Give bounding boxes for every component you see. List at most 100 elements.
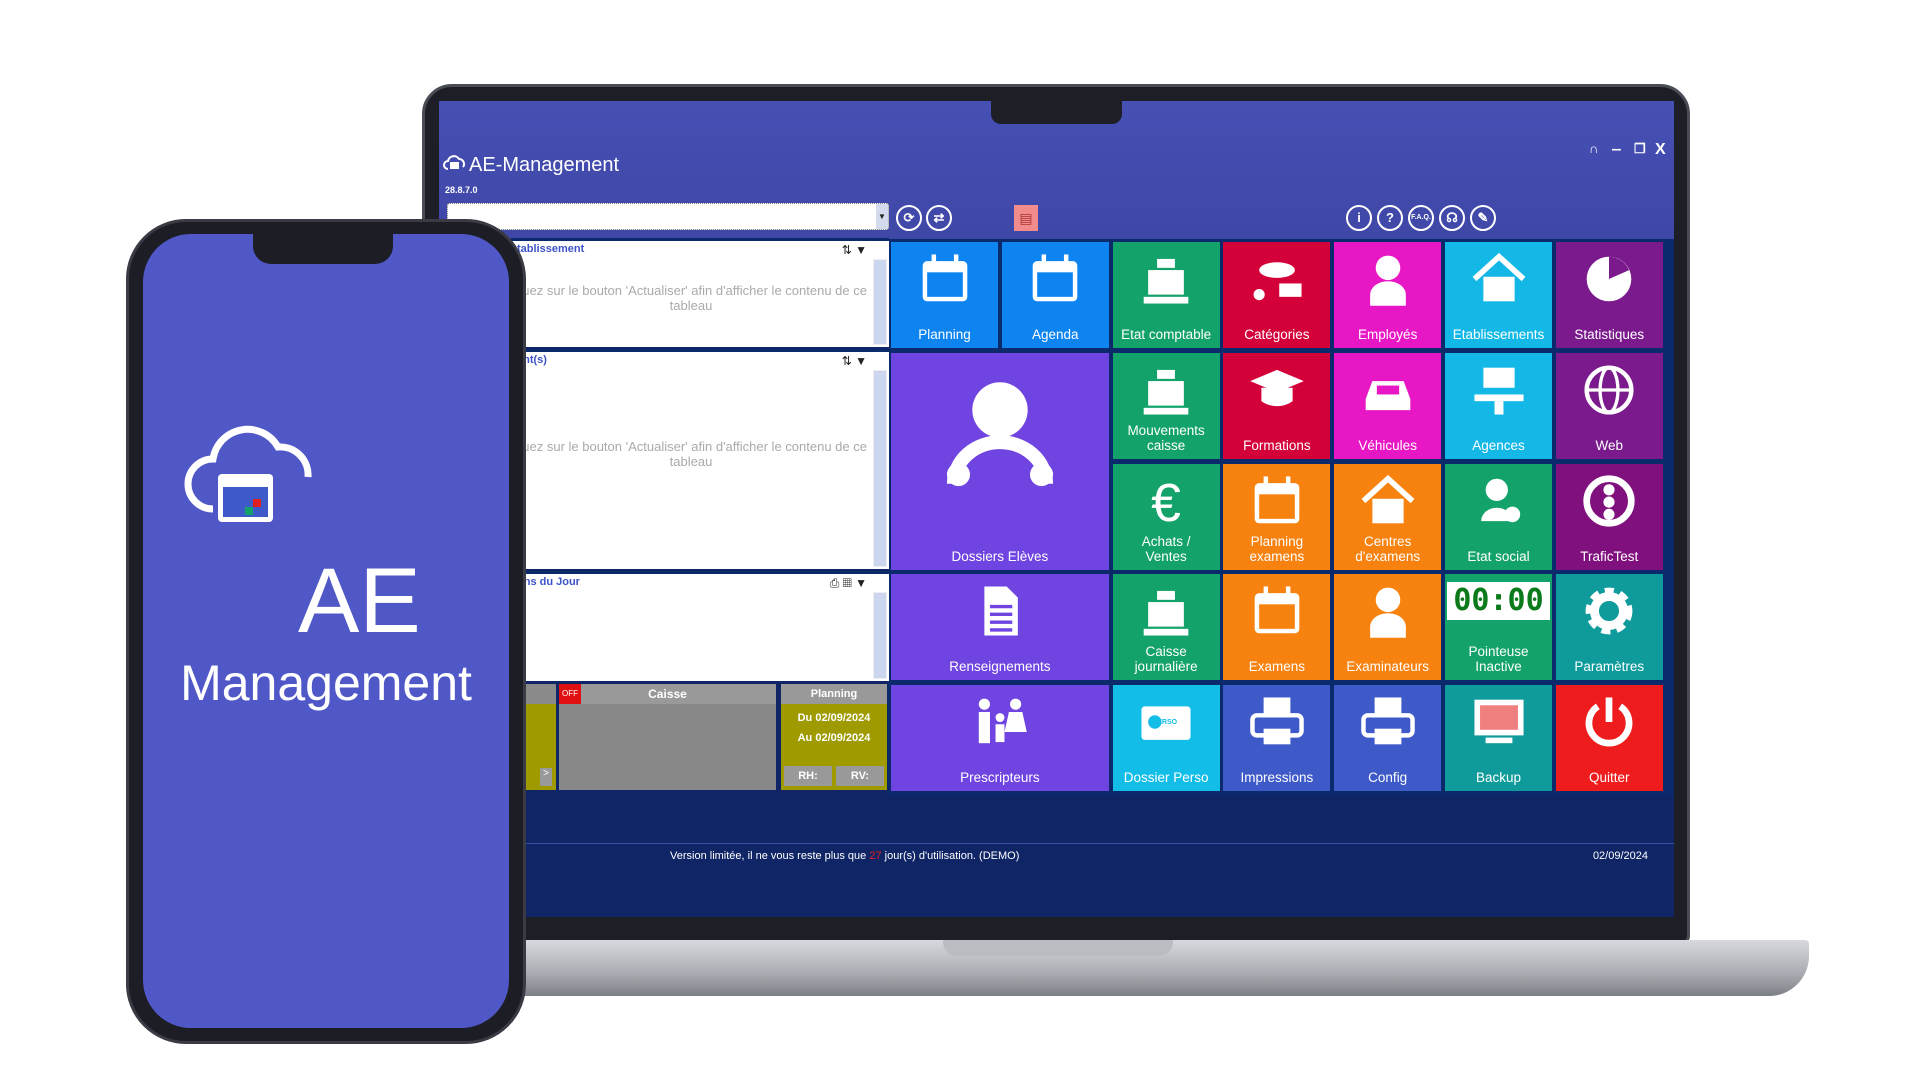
tile-renseignements[interactable]: Renseignements (891, 574, 1109, 681)
tile-backup[interactable]: Backup (1445, 685, 1552, 792)
minimize-icon[interactable]: ‒ (1612, 141, 1621, 159)
scrollbar[interactable] (873, 370, 887, 567)
panel-title: tablissement (517, 243, 585, 255)
caisse-off-toggle[interactable]: OFF (559, 684, 581, 704)
register-icon (1143, 591, 1189, 636)
rh-field: RH: (784, 766, 832, 786)
tile-agenda[interactable]: Agenda (1001, 242, 1109, 348)
tile-achats-ventes[interactable]: € Achats / Ventes (1112, 463, 1220, 570)
monitor-icon (1473, 699, 1524, 744)
tile-dossier-perso[interactable]: PERSO Dossier Perso (1112, 685, 1220, 792)
tile-grid: Planning Agenda Etat comptable Catégories Em… (888, 239, 1674, 795)
tile-label: Config (1368, 770, 1408, 786)
tile-caisse-journali-re[interactable]: Caisse journalière (1112, 574, 1220, 681)
refresh-icon[interactable]: ⟳ (896, 205, 922, 231)
tile-trafictest[interactable]: TraficTest (1555, 463, 1663, 570)
establishment-select[interactable]: ▼ (447, 203, 889, 230)
faq-icon[interactable]: F.A.Q. (1408, 205, 1434, 231)
register-icon (1143, 258, 1189, 304)
pie-icon (1586, 256, 1632, 302)
rv-field: RV: (836, 766, 884, 786)
tile-dossiers-el-ves[interactable]: Dossiers Elèves (891, 352, 1109, 570)
tile-label: Renseignements (949, 659, 1051, 675)
info-icon[interactable]: i (1346, 205, 1372, 231)
tile-statistiques[interactable]: Statistiques (1555, 242, 1663, 348)
tile-web[interactable]: Web (1555, 352, 1663, 459)
tile-quitter[interactable]: Quitter (1555, 685, 1663, 792)
tile-label: Agenda (1032, 327, 1079, 342)
vehicles-icon (1253, 262, 1302, 301)
planning-title: Planning (781, 684, 887, 704)
tile-label: Achats / Ventes (1141, 533, 1191, 564)
tile-pointeuse-inactive[interactable]: 00:00 Pointeuse Inactive (1445, 574, 1552, 681)
switch-user-icon[interactable]: ⇄ (926, 205, 952, 231)
tile-examens[interactable]: Examens (1223, 574, 1331, 681)
tile-config[interactable]: Config (1334, 685, 1442, 792)
tile-impressions[interactable]: Impressions (1223, 685, 1331, 792)
person-icon (1369, 587, 1406, 639)
scrollbar[interactable] (873, 592, 887, 679)
desk-icon (1473, 367, 1524, 415)
chevron-down-icon[interactable]: ▼ (876, 204, 888, 229)
panel-message: quez sur le bouton 'Actualiser' afin d'a… (515, 438, 867, 469)
tile-examinateurs[interactable]: Examinateurs (1334, 574, 1442, 681)
tile-label: Statistiques (1574, 327, 1645, 342)
power-icon (1585, 697, 1633, 747)
clock-display: 00:00 (1447, 582, 1550, 621)
phone-notch (253, 234, 393, 264)
tile-label: Dossiers Elèves (951, 548, 1049, 564)
house-icon (1361, 474, 1415, 523)
euro-icon: € (1151, 474, 1181, 530)
cloud-calendar-logo-icon (184, 425, 312, 522)
app-title: AE-Management (443, 151, 619, 179)
printer-icon (1360, 697, 1415, 745)
planning-from: Du 02/09/2024 (797, 712, 871, 724)
clipboard-icon[interactable]: ▤ (1014, 205, 1038, 231)
tile-formations[interactable]: Formations (1223, 352, 1331, 459)
tile-label: Etablissements (1452, 327, 1545, 342)
tile-v-hicules[interactable]: Véhicules (1334, 352, 1442, 459)
tile-agences[interactable]: Agences (1445, 352, 1552, 459)
next-button[interactable]: > (540, 768, 552, 786)
tile-label: Prescripteurs (960, 770, 1040, 786)
tile-prescripteurs[interactable]: Prescripteurs (891, 685, 1109, 792)
car-icon (1365, 380, 1410, 410)
support-icon[interactable]: ☊ (1439, 205, 1465, 231)
license-message: Version limitée, il ne vous reste plus q… (670, 850, 1020, 862)
tile-label: Caisse journalière (1134, 644, 1198, 675)
camera-notch (991, 101, 1122, 124)
tile-label: Quitter (1589, 770, 1630, 786)
tile-mouvements-caisse[interactable]: Mouvements caisse (1112, 352, 1220, 459)
person-info-icon (1480, 478, 1520, 522)
tile-etablissements[interactable]: Etablissements (1445, 242, 1552, 348)
tile-label: Paramètres (1574, 659, 1645, 675)
family-icon (978, 698, 1027, 744)
tile-planning-examens[interactable]: Planning examens (1223, 463, 1331, 570)
tile-label: Employés (1358, 327, 1418, 342)
panel-title: ons du Jour (517, 576, 580, 588)
status-bar: Version limitée, il ne vous reste plus q… (439, 843, 1674, 863)
print-calendar-filter-icon[interactable]: ⎙ ▦ ▼ (830, 576, 867, 591)
tile-employ-s[interactable]: Employés (1334, 242, 1442, 348)
tile-planning[interactable]: Planning (891, 242, 998, 348)
tile-etat-social[interactable]: Etat social (1445, 463, 1552, 570)
scrollbar[interactable] (873, 259, 887, 345)
tile-label: Examens (1248, 659, 1306, 675)
svg-text:€: € (1151, 474, 1181, 530)
traffic-icon (1583, 474, 1635, 527)
tile-param-tres[interactable]: Paramètres (1555, 574, 1663, 681)
tile-label: Web (1595, 437, 1624, 453)
headset-icon[interactable]: ∩ (1589, 141, 1598, 156)
tile-centres-d-examens[interactable]: Centres d'examens (1334, 463, 1442, 570)
tile-etat-comptable[interactable]: Etat comptable (1112, 242, 1220, 348)
close-icon[interactable]: X (1655, 141, 1666, 159)
sort-filter-icon[interactable]: ⇅ ▼ (842, 354, 867, 368)
tile-label: Pointeuse Inactive (1468, 644, 1529, 675)
sort-filter-icon[interactable]: ⇅ ▼ (842, 243, 867, 257)
help-icon[interactable]: ? (1377, 205, 1403, 231)
restore-icon[interactable]: ❐ (1634, 141, 1646, 157)
tools-icon[interactable]: ✎ (1470, 205, 1496, 231)
tile-cat-gories[interactable]: Catégories (1223, 242, 1331, 348)
tile-label: Etat comptable (1121, 327, 1212, 342)
house-icon (1472, 252, 1525, 302)
